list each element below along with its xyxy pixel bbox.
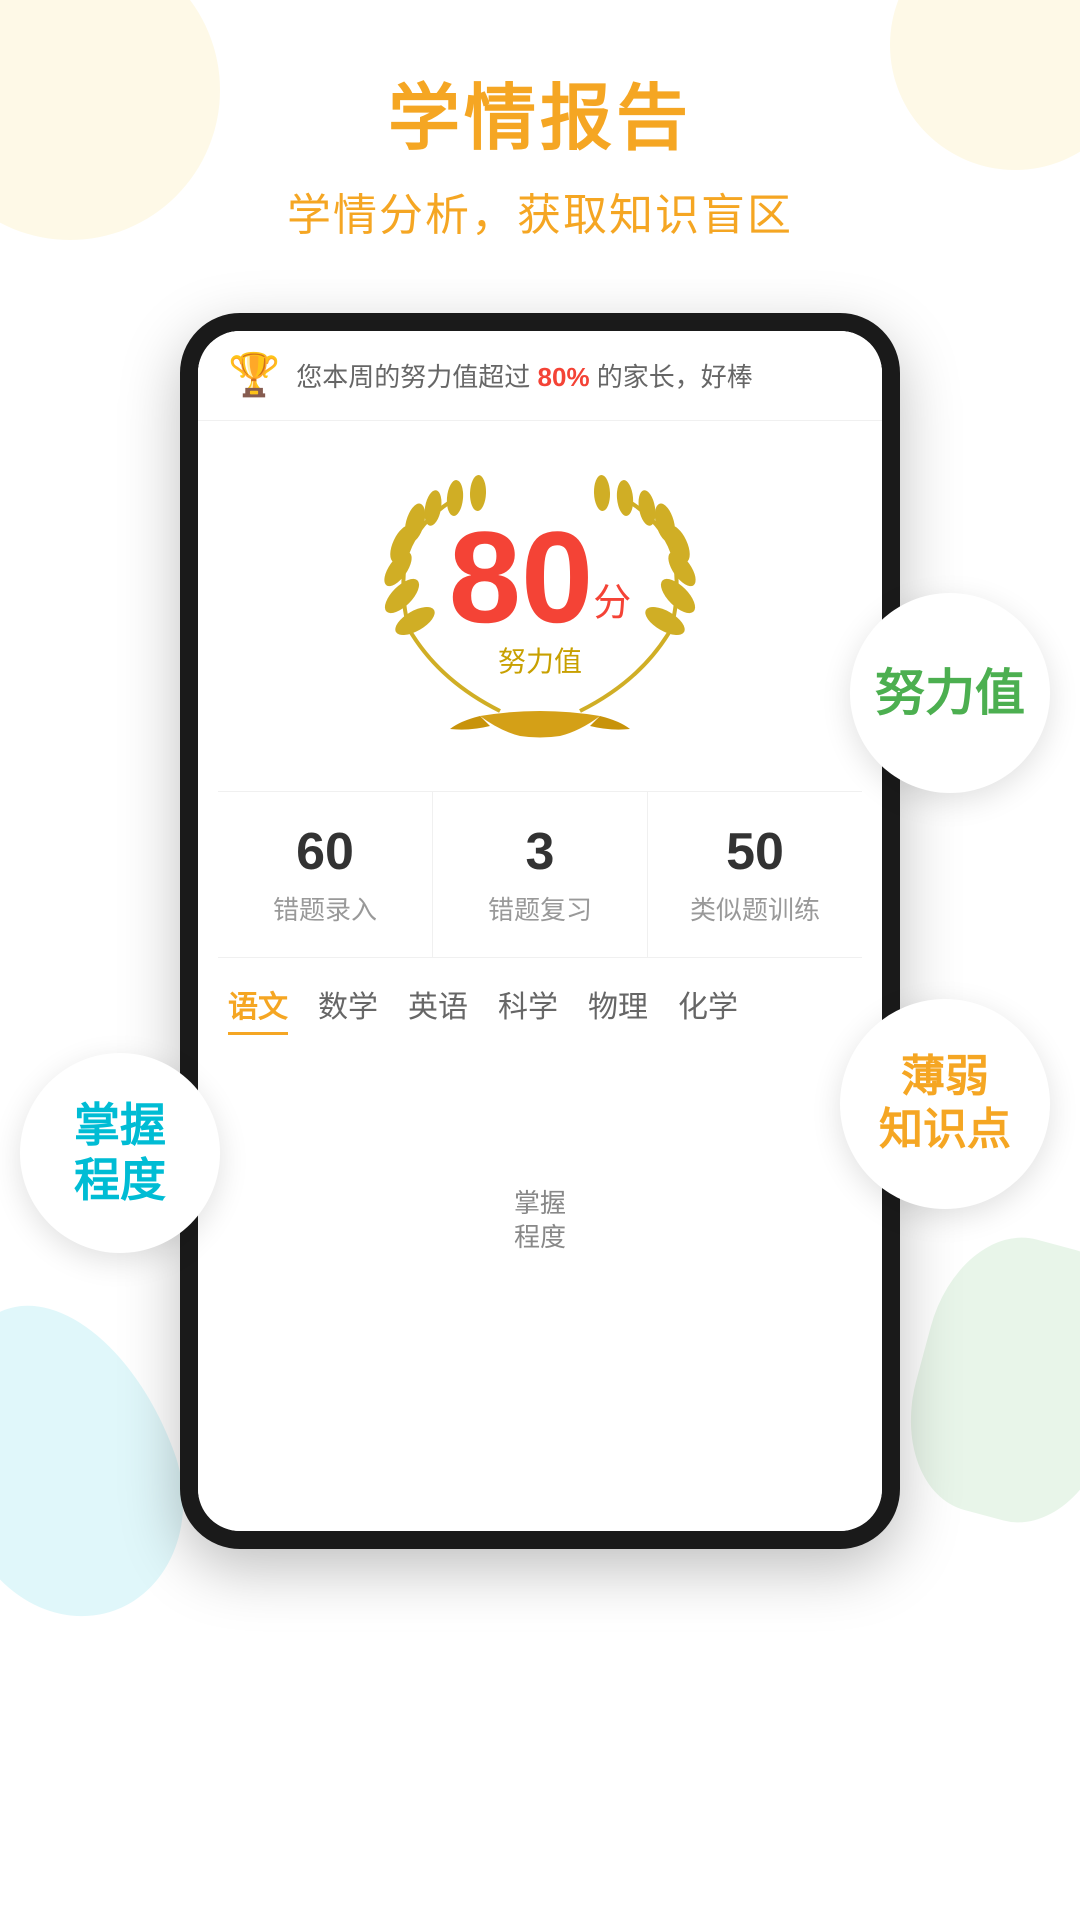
trophy-banner: 🏆 您本周的努力值超过 80% 的家长，好棒	[198, 331, 882, 421]
score-display: 80分 努力值	[449, 512, 632, 680]
subject-tab-0[interactable]: 语文	[228, 982, 288, 1035]
subject-tab-5[interactable]: 化学	[678, 982, 738, 1035]
stat-item-1: 3 错题复习	[433, 792, 648, 957]
page-subtitle: 学情分析，获取知识盲区	[0, 179, 1080, 243]
subject-tab-1[interactable]: 数学	[318, 982, 378, 1035]
score-number: 80	[449, 504, 594, 650]
stat-desc-1: 错题复习	[443, 890, 637, 927]
float-zhangwochengdu: 掌握程度	[20, 1053, 220, 1253]
score-unit: 分	[593, 583, 631, 625]
float-nulizhi: 努力值	[850, 593, 1050, 793]
stats-row: 60 错题录入 3 错题复习 50 类似题训练	[218, 791, 862, 958]
page-title: 学情报告	[0, 80, 1080, 159]
stat-desc-2: 类似题训练	[658, 890, 852, 927]
trophy-text: 您本周的努力值超过 80% 的家长，好棒	[296, 357, 753, 394]
stat-item-0: 60 错题录入	[218, 792, 433, 957]
chart-section: 掌握程度	[198, 1051, 882, 1431]
subject-tab-3[interactable]: 科学	[498, 982, 558, 1035]
trophy-icon: 🏆	[228, 351, 280, 400]
header: 学情报告 学情分析，获取知识盲区	[0, 0, 1080, 273]
stat-number-0: 60	[228, 822, 422, 882]
subject-tabs[interactable]: 语文数学英语科学物理化学	[198, 958, 882, 1051]
subject-tab-2[interactable]: 英语	[408, 982, 468, 1035]
stat-item-2: 50 类似题训练	[648, 792, 862, 957]
score-section: 80分 努力值	[198, 421, 882, 791]
float-zhangwochengdu-text: 掌握程度	[74, 1098, 166, 1208]
float-ruodianzhishidian: 薄弱知识点	[840, 999, 1050, 1209]
stat-number-1: 3	[443, 822, 637, 882]
stat-desc-0: 错题录入	[228, 890, 422, 927]
phone-mockup: 🏆 您本周的努力值超过 80% 的家长，好棒	[180, 313, 900, 1549]
trophy-highlight: 80%	[538, 362, 590, 392]
donut-chart: 掌握程度	[390, 1071, 690, 1371]
subject-tab-4[interactable]: 物理	[588, 982, 648, 1035]
phone-inner: 🏆 您本周的努力值超过 80% 的家长，好棒	[198, 331, 882, 1531]
donut-center-text: 掌握程度	[514, 1187, 566, 1255]
float-ruodianzhishidian-text: 薄弱知识点	[879, 1051, 1011, 1157]
laurel-wreath: 80分 努力值	[360, 461, 720, 761]
float-nulizhi-text: 努力值	[875, 666, 1025, 721]
phone-container: 努力值 掌握程度 薄弱知识点 🏆 您本周的努力值超过 80% 的家长，好棒	[0, 313, 1080, 1549]
stat-number-2: 50	[658, 822, 852, 882]
